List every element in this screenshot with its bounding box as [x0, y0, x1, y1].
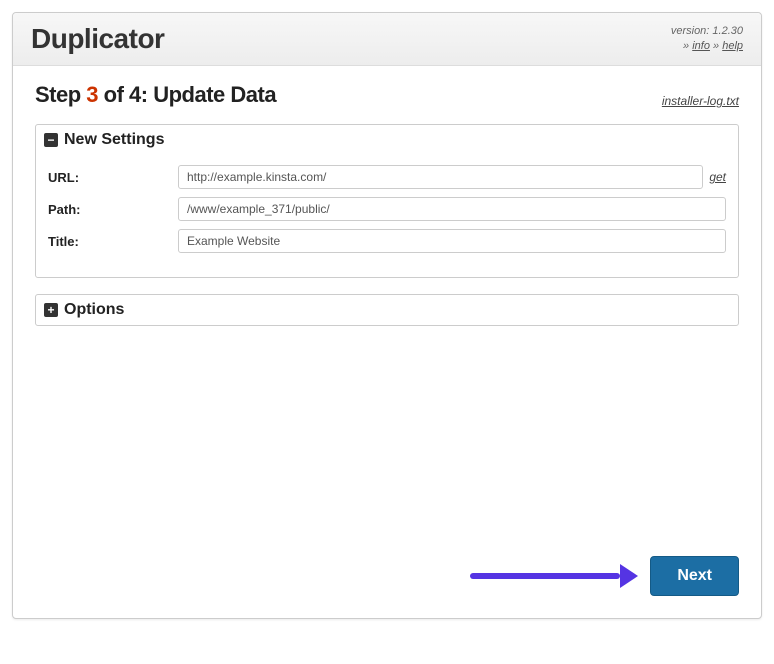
get-link[interactable]: get [709, 170, 726, 184]
body-area: Step 3 of 4: Update Data installer-log.t… [13, 66, 761, 618]
header-meta: version: 1.2.30 » info » help [671, 24, 743, 55]
installer-frame: Duplicator version: 1.2.30 » info » help… [12, 12, 762, 619]
app-title: Duplicator [31, 23, 164, 55]
url-field[interactable] [178, 165, 703, 189]
next-button[interactable]: Next [650, 556, 739, 596]
arrow-annotation [470, 564, 638, 588]
step-name: Update Data [153, 82, 276, 107]
footer-row: Next [35, 556, 739, 596]
arrow-head-icon [620, 564, 638, 588]
new-settings-panel: − New Settings URL: get Path: Title: [35, 124, 739, 278]
title-row: Title: [48, 229, 726, 253]
minus-icon: − [44, 133, 58, 147]
url-label: URL: [48, 170, 178, 185]
title-label: Title: [48, 234, 178, 249]
options-panel: + Options [35, 294, 739, 326]
path-field[interactable] [178, 197, 726, 221]
step-title: Step 3 of 4: Update Data [35, 82, 276, 108]
step-prefix: Step [35, 82, 86, 107]
new-settings-toggle[interactable]: − New Settings [36, 125, 738, 155]
plus-icon: + [44, 303, 58, 317]
step-row: Step 3 of 4: Update Data installer-log.t… [35, 82, 739, 108]
url-row: URL: get [48, 165, 726, 189]
header-bar: Duplicator version: 1.2.30 » info » help [13, 13, 761, 66]
info-link[interactable]: info [692, 40, 710, 52]
title-field[interactable] [178, 229, 726, 253]
arrow-line-icon [470, 573, 620, 579]
step-number: 3 [86, 82, 98, 107]
options-title: Options [64, 301, 124, 319]
path-label: Path: [48, 202, 178, 217]
installer-log-link[interactable]: installer-log.txt [662, 94, 739, 108]
help-link[interactable]: help [722, 40, 743, 52]
new-settings-title: New Settings [64, 131, 164, 149]
step-middle: of 4: [98, 82, 153, 107]
path-row: Path: [48, 197, 726, 221]
new-settings-body: URL: get Path: Title: [36, 155, 738, 277]
version-label: version: 1.2.30 [671, 25, 743, 37]
options-toggle[interactable]: + Options [36, 295, 738, 325]
